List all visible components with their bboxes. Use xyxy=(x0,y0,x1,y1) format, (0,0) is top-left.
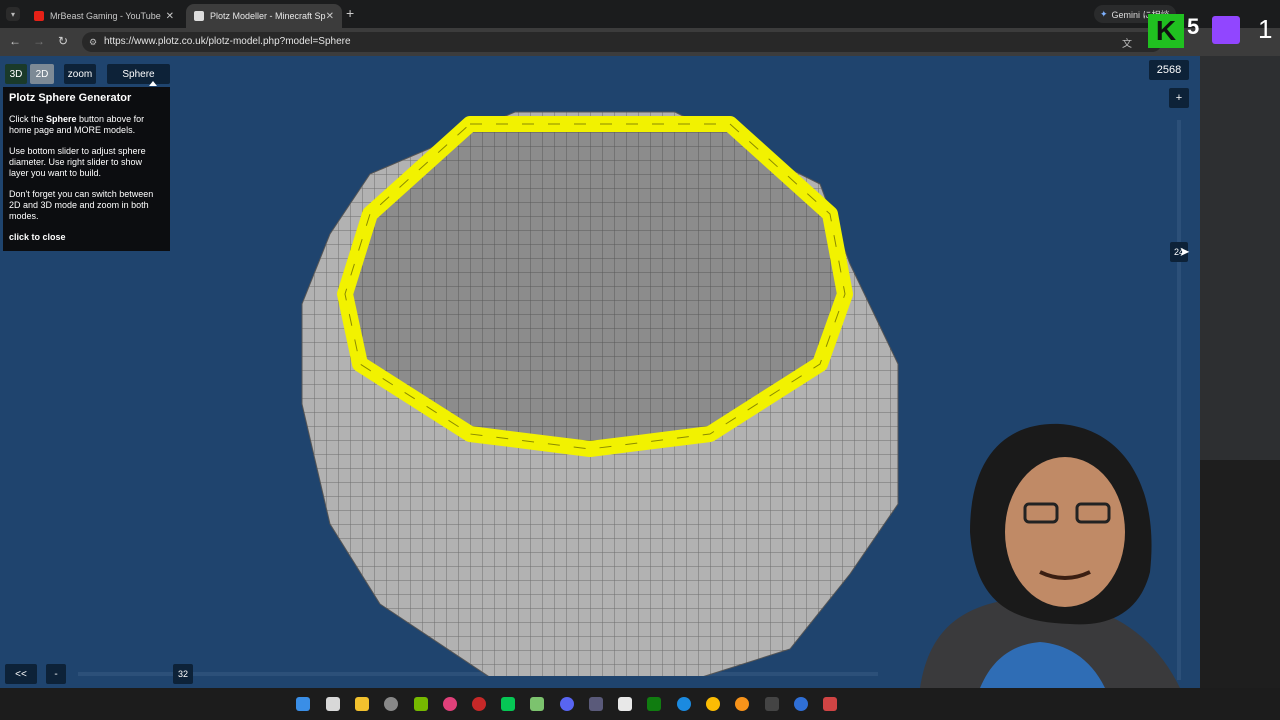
info-panel: Plotz Sphere Generator Click the Sphere … xyxy=(3,87,170,251)
info-text: Click the xyxy=(9,114,47,124)
task-view-icon[interactable] xyxy=(326,697,340,711)
layer-plus-button[interactable]: + xyxy=(1169,88,1189,108)
app-g-icon[interactable] xyxy=(765,697,779,711)
xbox-icon[interactable] xyxy=(647,697,661,711)
diameter-minus-button[interactable]: - xyxy=(46,664,66,684)
edge-icon[interactable] xyxy=(677,697,691,711)
address-bar[interactable]: ⚙ https://www.plotz.co.uk/plotz-model.ph… xyxy=(82,32,1162,52)
tab-youtube[interactable]: MrBeast Gaming - YouTube ✕ xyxy=(26,4,182,28)
browser-toolbar: ← → ↻ ⚙ https://www.plotz.co.uk/plotz-mo… xyxy=(0,28,1280,56)
info-bold: Sphere xyxy=(46,114,77,124)
block-count-badge: 2568 xyxy=(1149,60,1189,80)
windows-start-icon[interactable] xyxy=(296,697,310,711)
twitch-icon xyxy=(1212,16,1240,44)
zoom-button[interactable]: zoom xyxy=(64,64,96,84)
info-paragraph: Use bottom slider to adjust sphere diame… xyxy=(9,146,146,178)
notepad-icon[interactable] xyxy=(618,697,632,711)
back-button[interactable]: ← xyxy=(7,34,23,48)
tab-plotz[interactable]: Plotz Modeller - Minecraft Sphe ✕ xyxy=(186,4,342,28)
mode-3d-button[interactable]: 3D xyxy=(5,64,27,84)
app-blue-icon[interactable] xyxy=(794,697,808,711)
line-icon[interactable] xyxy=(501,697,515,711)
app-red-icon[interactable] xyxy=(823,697,837,711)
brand-number: 5 xyxy=(1187,14,1200,39)
close-tab-icon[interactable]: ✕ xyxy=(326,11,334,22)
app-icon[interactable] xyxy=(589,697,603,711)
record-icon[interactable] xyxy=(472,697,486,711)
page-icon xyxy=(194,11,204,21)
browser-tab-bar: ▾ MrBeast Gaming - YouTube ✕ Plotz Model… xyxy=(0,0,1280,28)
prev-button[interactable]: << xyxy=(5,664,37,684)
vim-icon[interactable] xyxy=(530,697,544,711)
file-explorer-icon[interactable] xyxy=(355,697,369,711)
youtube-icon xyxy=(34,11,44,21)
tab-search-button[interactable]: ▾ xyxy=(6,7,20,21)
webcam-overlay xyxy=(920,423,1180,688)
info-title: Plotz Sphere Generator xyxy=(9,92,132,104)
translate-icon[interactable]: 文 xyxy=(1122,35,1132,50)
info-close-link[interactable]: click to close xyxy=(9,232,164,243)
sphere-model-viewport[interactable] xyxy=(290,104,910,676)
brand-right-number: 1 xyxy=(1258,14,1273,44)
url-text[interactable]: https://www.plotz.co.uk/plotz-model.php?… xyxy=(104,36,351,47)
tab-title: Plotz Modeller - Minecraft Sphe xyxy=(210,11,326,21)
info-paragraph: Don't forget you can switch between 2D a… xyxy=(9,189,154,221)
lips-app-icon[interactable] xyxy=(443,697,457,711)
mouse-cursor-icon: ➤ xyxy=(1179,244,1190,259)
sphere-button[interactable]: Sphere xyxy=(107,64,170,84)
side-panel-lower xyxy=(1200,460,1280,688)
chrome-icon[interactable] xyxy=(706,697,720,711)
site-info-icon[interactable]: ⚙ xyxy=(89,37,99,47)
windows-taskbar xyxy=(0,688,1280,720)
diameter-slider-thumb[interactable]: 32 xyxy=(173,664,193,684)
obs-icon[interactable] xyxy=(384,697,398,711)
mode-2d-button[interactable]: 2D xyxy=(30,64,54,84)
discord-icon[interactable] xyxy=(560,697,574,711)
close-tab-icon[interactable]: ✕ xyxy=(166,11,174,22)
new-tab-button[interactable]: + xyxy=(346,5,354,21)
brand-k-logo: K xyxy=(1148,14,1184,48)
caret-up-icon xyxy=(149,81,157,86)
forward-button[interactable]: → xyxy=(31,34,47,48)
tab-title: MrBeast Gaming - YouTube xyxy=(50,11,161,21)
bitcoin-icon[interactable] xyxy=(735,697,749,711)
info-paragraph: Click the Sphere button above for home p… xyxy=(9,114,164,136)
gemini-icon: ✦ xyxy=(1100,8,1108,19)
reload-button[interactable]: ↻ xyxy=(55,34,71,48)
browser-side-panel xyxy=(1200,56,1280,460)
nvidia-icon[interactable] xyxy=(414,697,428,711)
